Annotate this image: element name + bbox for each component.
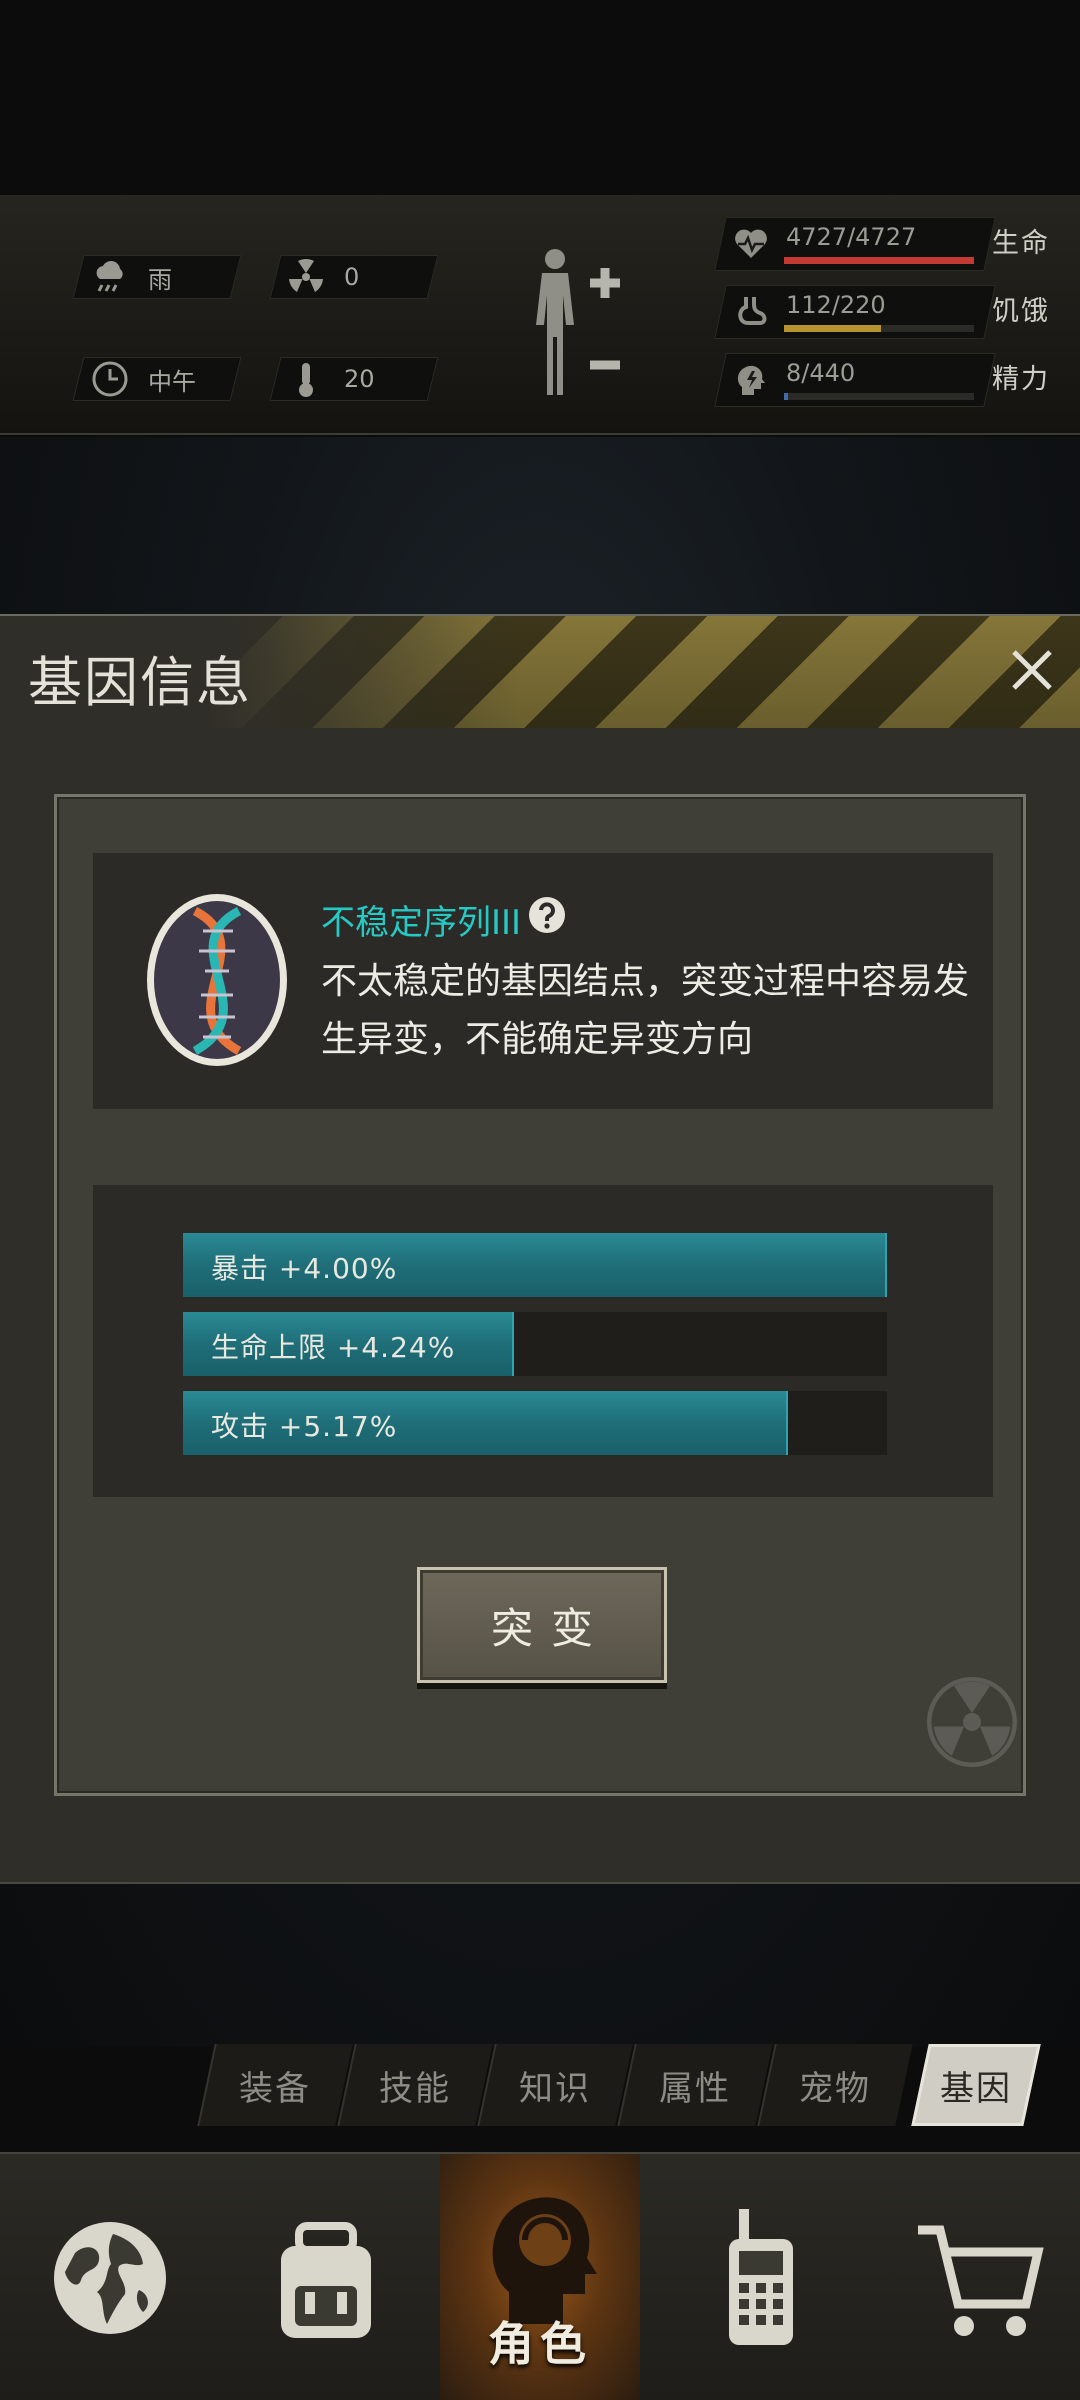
stat-text-max-health: 生命上限 +4.24% [211, 1331, 456, 1364]
heart-pulse-icon [732, 225, 770, 263]
energy-head-icon [732, 361, 770, 399]
time-value: 中午 [148, 367, 196, 396]
stat-row-attack: 攻击 +5.17% [183, 1391, 887, 1455]
stat-text-crit: 暴击 +4.00% [211, 1252, 398, 1285]
radiation-watermark-icon [927, 1677, 1017, 1767]
gene-info-box: 不稳定序列III 不太稳定的基因结点，突变过程中容易发生异变，不能确定异变方向 [93, 853, 993, 1109]
thermometer-icon [286, 359, 326, 399]
tab-genes[interactable]: 基因 [911, 2044, 1041, 2126]
vital-health: 4727/4727 生命 [714, 217, 1060, 271]
radiation-value: 0 [344, 263, 360, 291]
gene-stats-box: 暴击 +4.00% 生命上限 +4.24% 攻击 +5.17% [93, 1185, 993, 1497]
temperature-value: 20 [344, 365, 375, 393]
health-value: 4727/4727 [786, 223, 917, 251]
weather-value: 雨 [148, 265, 172, 294]
time-status: 中午 [90, 359, 196, 399]
gene-description: 不太稳定的基因结点，突变过程中容易发生异变，不能确定异变方向 [321, 961, 970, 1060]
nav-radio[interactable] [660, 2154, 860, 2400]
weather-status: 雨 [90, 257, 172, 297]
gene-info-dialog: 基因信息 不稳定序列III 不太稳定的基因结点，突变过程中容易发生异变，不能确定… [0, 614, 1080, 1884]
bottom-navigation: 角色 [0, 2152, 1080, 2400]
backpack-icon [281, 2222, 371, 2338]
nav-shop[interactable] [880, 2154, 1080, 2400]
body-status-figure[interactable] [520, 245, 630, 405]
cart-icon [918, 2225, 1044, 2336]
radiation-status: 0 [286, 257, 359, 297]
dialog-content-panel: 不稳定序列III 不太稳定的基因结点，突变过程中容易发生异变，不能确定异变方向 … [54, 794, 1026, 1796]
dna-emblem-icon [143, 891, 291, 1069]
health-bar-fill [784, 257, 974, 264]
dialog-title: 基因信息 [28, 651, 252, 714]
tab-pets[interactable]: 宠物 [757, 2044, 913, 2126]
stat-text-attack: 攻击 +5.17% [211, 1410, 398, 1443]
rain-cloud-icon [90, 257, 130, 297]
energy-label: 精力 [992, 364, 1050, 395]
tab-attributes[interactable]: 属性 [617, 2044, 773, 2126]
temperature-status: 20 [286, 359, 375, 399]
hunger-bar-fill [784, 325, 881, 332]
help-icon[interactable] [527, 895, 567, 935]
stomach-icon [732, 293, 770, 331]
hunger-value: 112/220 [786, 291, 886, 319]
nav-map[interactable] [10, 2154, 210, 2400]
energy-value: 8/440 [786, 359, 856, 387]
close-icon[interactable] [1000, 638, 1064, 702]
radiation-icon [286, 257, 326, 297]
tab-knowledge[interactable]: 知识 [477, 2044, 633, 2126]
mutate-button-label: 突变 [490, 1603, 611, 1653]
health-label: 生命 [992, 228, 1050, 259]
radio-icon [729, 2209, 793, 2345]
nav-inventory[interactable] [226, 2154, 426, 2400]
nav-character[interactable]: 角色 [440, 2154, 640, 2400]
stat-row-crit: 暴击 +4.00% [183, 1233, 887, 1297]
character-tabs: 装备 技能 知识 属性 宠物 基因 [190, 2044, 1070, 2130]
hunger-label: 饥饿 [992, 296, 1050, 327]
vital-energy: 8/440 精力 [714, 353, 1060, 407]
mutate-button[interactable]: 突变 [417, 1567, 667, 1683]
nav-character-label: 角色 [488, 2317, 592, 2371]
vital-hunger: 112/220 饥饿 [714, 285, 1060, 339]
gene-name: 不稳定序列III [321, 903, 522, 943]
tab-skills[interactable]: 技能 [337, 2044, 493, 2126]
globe-map-icon [54, 2222, 166, 2334]
tab-equipment[interactable]: 装备 [197, 2044, 353, 2126]
stat-row-max-health: 生命上限 +4.24% [183, 1312, 887, 1376]
energy-bar-fill [784, 393, 788, 400]
clock-icon [90, 359, 130, 399]
